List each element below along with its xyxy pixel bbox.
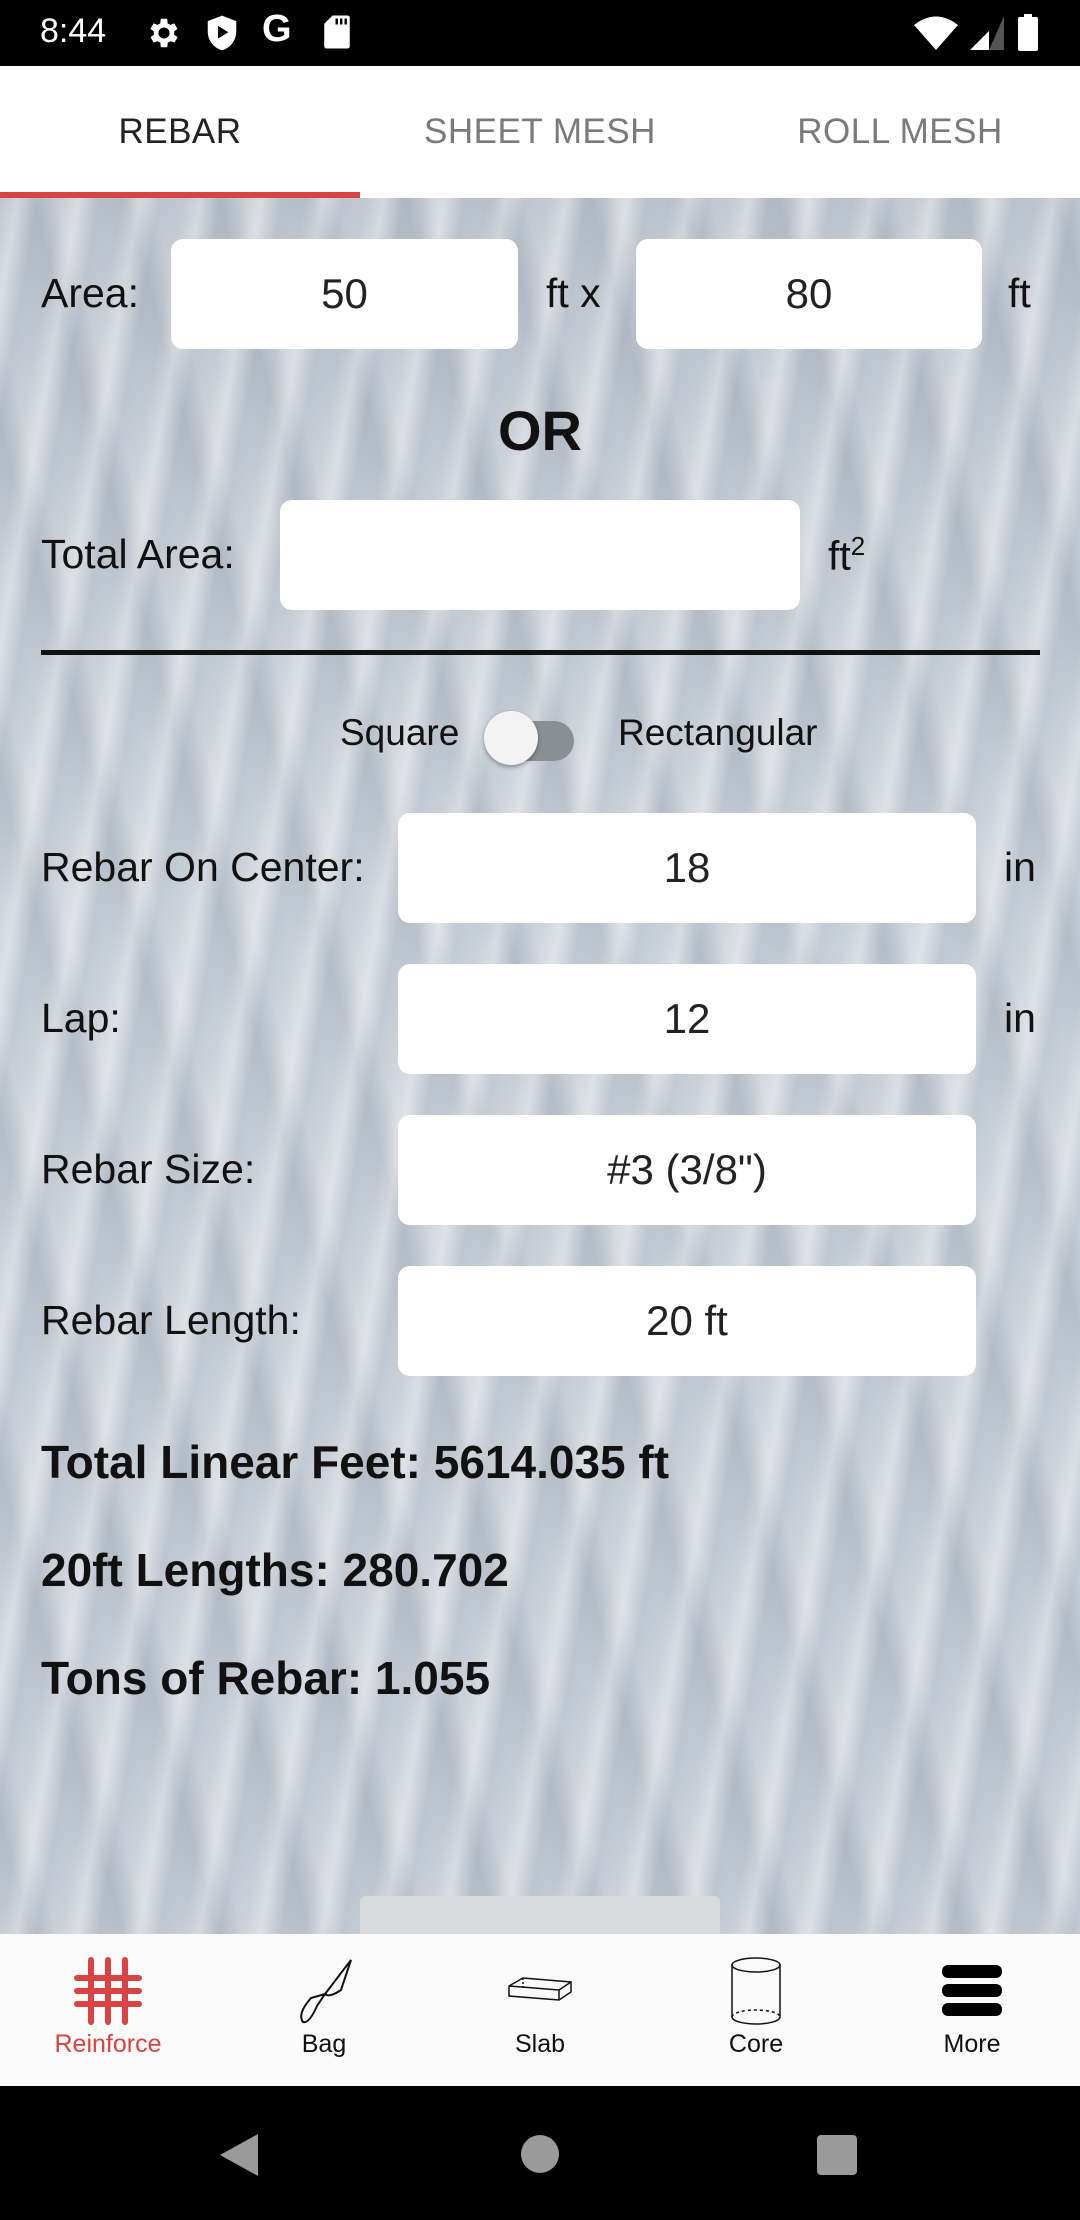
bottom-navigation: Reinforce Bag Slab Core More [0, 1934, 1080, 2086]
rebar-length-label: Rebar Length: [41, 1297, 301, 1343]
result-lengths: 20ft Lengths: 280.702 [41, 1544, 509, 1596]
area-label: Area: [41, 270, 139, 316]
status-bar: 8:44 G [0, 0, 1080, 66]
menu-icon [932, 1956, 1012, 2026]
cylinder-icon [716, 1956, 796, 2026]
grid-icon [68, 1956, 148, 2026]
nav-core[interactable]: Core [648, 1934, 864, 2086]
ad-banner-handle[interactable] [360, 1896, 720, 1934]
gear-icon [145, 14, 183, 57]
area-mid-unit: ft x [546, 270, 601, 316]
rebar-size-select[interactable]: #3 (3/8") [398, 1115, 976, 1225]
result-tons: Tons of Rebar: 1.055 [41, 1652, 491, 1704]
nav-reinforce[interactable]: Reinforce [0, 1934, 216, 2086]
back-icon[interactable] [218, 2132, 260, 2183]
total-area-unit: ft2 [828, 531, 865, 580]
lap-label: Lap: [41, 995, 121, 1041]
lap-input[interactable] [398, 964, 976, 1074]
result-total-linear-feet: Total Linear Feet: 5614.035 ft [41, 1436, 670, 1488]
tab-roll-mesh[interactable]: ROLL MESH [720, 66, 1080, 198]
lap-unit: in [1004, 995, 1036, 1041]
shield-play-icon [205, 14, 239, 57]
system-navigation-bar [0, 2086, 1080, 2220]
area-length-input[interactable] [636, 239, 982, 349]
rebar-calculator-form: Area: ft x ft OR Total Area: ft2 Square … [0, 198, 1080, 1934]
nav-label-reinforce: Reinforce [54, 2030, 162, 2058]
battery-icon [1017, 14, 1039, 57]
nav-label-more: More [943, 2030, 1001, 2058]
status-time: 8:44 [40, 12, 107, 50]
recents-icon[interactable] [816, 2134, 858, 2181]
area-width-input[interactable] [171, 239, 518, 349]
home-icon[interactable] [520, 2134, 560, 2179]
divider [41, 650, 1040, 655]
tab-rebar[interactable]: REBAR [0, 66, 360, 198]
or-separator: OR [498, 399, 582, 462]
shape-toggle-row: Square Rectangular [0, 706, 1080, 766]
wifi-icon [914, 16, 958, 57]
slab-icon [500, 1956, 580, 2026]
nav-label-core: Core [728, 2030, 784, 2058]
area-end-unit: ft [1008, 270, 1031, 316]
total-area-input[interactable] [280, 500, 800, 610]
sd-card-icon [323, 14, 351, 55]
total-area-unit-sup: 2 [850, 531, 866, 561]
toggle-label-rectangular: Rectangular [618, 712, 818, 753]
tab-sheet-mesh[interactable]: SHEET MESH [360, 66, 720, 198]
rebar-size-label: Rebar Size: [41, 1146, 256, 1192]
nav-more[interactable]: More [864, 1934, 1080, 2086]
signal-icon [970, 16, 1004, 57]
rebar-length-select[interactable]: 20 ft [398, 1266, 976, 1376]
trowel-icon [284, 1956, 364, 2026]
on-center-label: Rebar On Center: [41, 844, 365, 890]
nav-slab[interactable]: Slab [432, 1934, 648, 2086]
shape-toggle-knob[interactable] [484, 711, 538, 765]
total-area-label: Total Area: [41, 531, 235, 577]
nav-bag[interactable]: Bag [216, 1934, 432, 2086]
total-area-unit-base: ft [828, 532, 851, 579]
nav-label-slab: Slab [514, 2030, 566, 2058]
toggle-label-square: Square [340, 712, 460, 753]
nav-label-bag: Bag [301, 2030, 347, 2058]
google-icon: G [262, 8, 292, 50]
on-center-input[interactable] [398, 813, 976, 923]
tab-bar: REBAR SHEET MESH ROLL MESH [0, 66, 1080, 198]
on-center-unit: in [1004, 844, 1036, 890]
